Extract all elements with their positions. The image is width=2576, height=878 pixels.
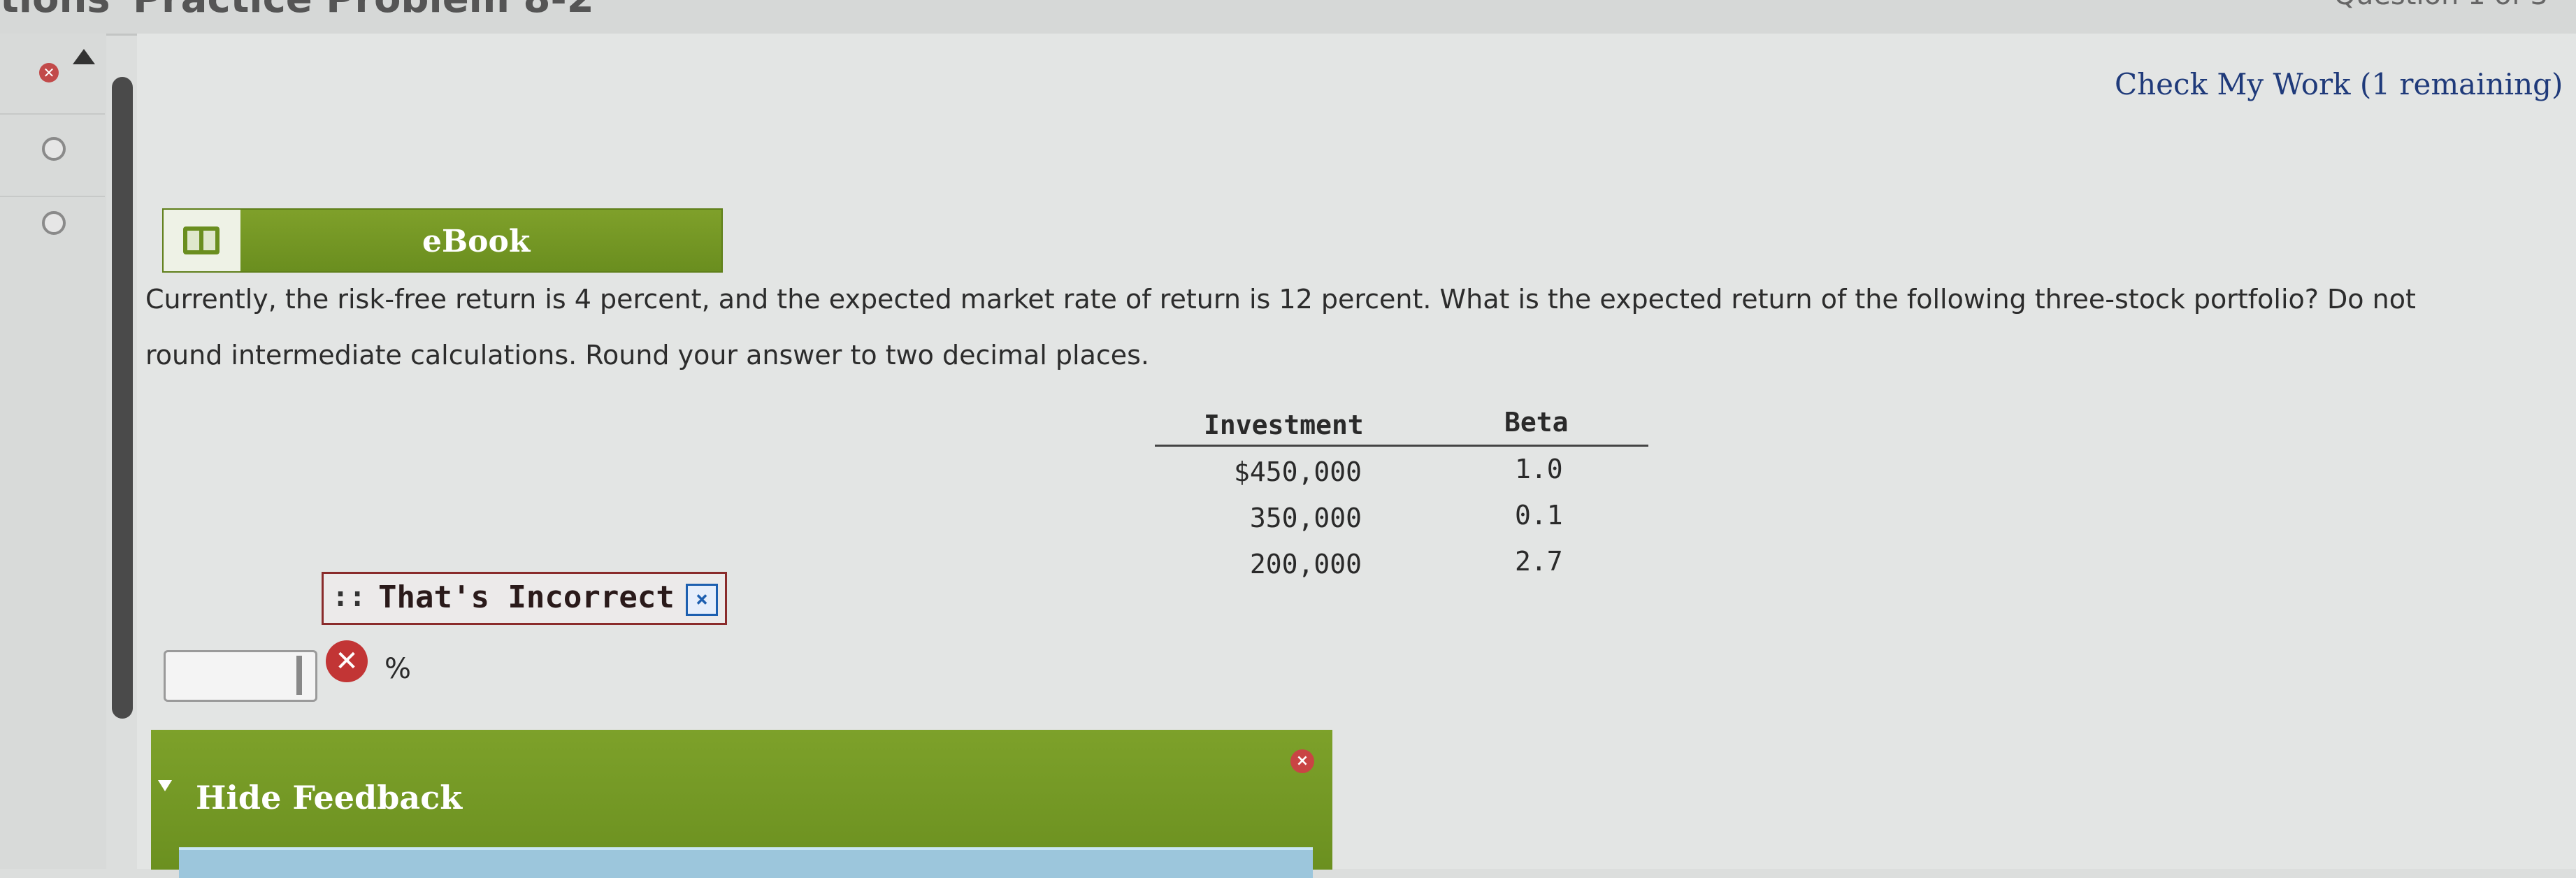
- incorrect-message: That's Incorrect: [378, 580, 675, 615]
- incorrect-feedback-badge: :: That's Incorrect ×: [322, 572, 727, 625]
- book-icon: [183, 226, 220, 254]
- close-icon[interactable]: ×: [686, 584, 718, 616]
- top-tab-strip: tions Practice Problem 8-2 Question 1 of…: [0, 0, 2576, 36]
- beta-cell: 2.7: [1515, 546, 1563, 577]
- error-icon: ✕: [326, 640, 368, 682]
- question-line-1: Currently, the risk-free return is 4 per…: [145, 284, 2416, 315]
- investment-cell: 200,000: [1249, 549, 1362, 580]
- question-radio-3[interactable]: [42, 211, 66, 235]
- table-row: 350,000 0.1: [1155, 493, 1648, 539]
- drag-grip-icon[interactable]: ::: [332, 581, 366, 613]
- scrollbar[interactable]: [112, 77, 133, 719]
- question-text: Currently, the risk-free return is 4 per…: [145, 271, 2522, 383]
- feedback-panel: Hide Feedback ×: [151, 730, 1332, 878]
- ebook-button[interactable]: eBook: [162, 208, 723, 273]
- investment-beta-table: Investment Beta $450,000 1.0 350,000 0.1…: [1155, 403, 1648, 585]
- investment-cell: 350,000: [1249, 503, 1362, 533]
- tab-current[interactable]: Practice Problem 8-2: [133, 0, 594, 22]
- beta-cell: 0.1: [1515, 500, 1563, 531]
- percent-unit: %: [384, 653, 412, 685]
- investment-cell: $450,000: [1233, 456, 1362, 487]
- hide-feedback-toggle[interactable]: Hide Feedback: [196, 779, 462, 816]
- answer-input[interactable]: [164, 650, 317, 702]
- question-line-2: round intermediate calculations. Round y…: [145, 340, 1150, 370]
- ebook-icon-box: [164, 210, 240, 271]
- nav-divider: [0, 196, 105, 197]
- collapse-triangle-icon[interactable]: [158, 780, 172, 791]
- question-radio-2[interactable]: [42, 137, 66, 161]
- text-cursor-icon: [296, 656, 302, 695]
- question-counter: Question 1 of 3: [2333, 0, 2548, 11]
- check-my-work-link[interactable]: Check My Work (1 remaining): [2115, 67, 2563, 101]
- close-icon[interactable]: ×: [1290, 749, 1314, 773]
- incorrect-status-icon[interactable]: ✕: [39, 63, 59, 82]
- header-investment: Investment: [1204, 410, 1364, 440]
- nav-divider: [0, 113, 105, 115]
- table-row: 200,000 2.7: [1155, 539, 1648, 585]
- tab-left[interactable]: tions: [0, 0, 110, 22]
- beta-cell: 1.0: [1515, 454, 1563, 484]
- ebook-label: eBook: [422, 224, 531, 259]
- header-beta: Beta: [1504, 407, 1569, 438]
- feedback-content: [179, 847, 1313, 878]
- scroll-up-arrow-icon[interactable]: [73, 49, 95, 64]
- table-header: Investment Beta: [1155, 403, 1648, 447]
- table-row: $450,000 1.0: [1155, 447, 1648, 493]
